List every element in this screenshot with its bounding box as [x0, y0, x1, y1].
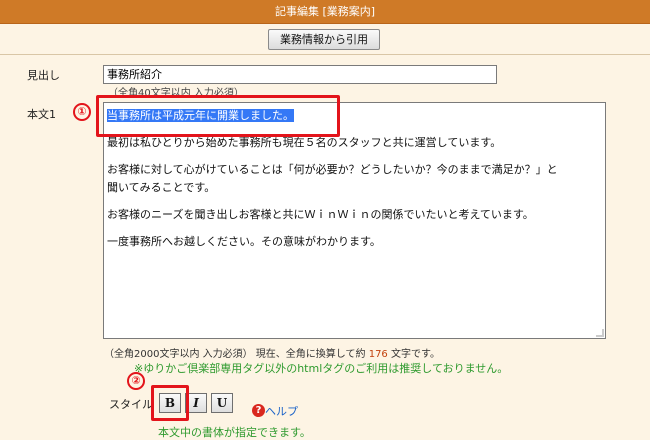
annotation-marker-1: ① — [73, 103, 91, 121]
style-label: スタイル — [109, 398, 153, 411]
cite-business-info-button[interactable]: 業務情報から引用 — [268, 29, 380, 50]
body-line: 一度事務所へお越しください。その意味がわかります。 — [107, 235, 381, 248]
body1-label: 本文1 — [27, 108, 56, 121]
midashi-hint: （全角40文字以内 入力必須） — [108, 88, 244, 99]
bold-button[interactable]: B — [159, 393, 181, 413]
char-count-value: 176 — [368, 349, 388, 360]
italic-button[interactable]: I — [185, 393, 207, 413]
html-tag-notice: ※ゆりかご倶楽部専用タグ以外のhtmlタグのご利用は推奨しておりません。 — [134, 362, 509, 375]
midashi-input[interactable]: 事務所紹介 — [103, 65, 497, 84]
body-textarea[interactable]: 当事務所は平成元年に開業しました。 最初は私ひとりから始めた事務所も現在５名のス… — [103, 102, 606, 339]
body-line: 聞いてみることです。 — [107, 181, 216, 194]
annotation-marker-2: ② — [127, 372, 145, 390]
char-count-suffix: 文字です。 — [390, 349, 440, 360]
selected-text: 当事務所は平成元年に開業しました。 — [107, 109, 294, 122]
body-line: 最初は私ひとりから始めた事務所も現在５名のスタッフと共に運営しています。 — [107, 136, 502, 149]
resize-handle[interactable] — [596, 329, 604, 337]
char-count-prefix: （全角2000文字以内 入力必須） 現在、全角に換算して約 — [104, 349, 366, 360]
divider — [0, 54, 650, 55]
style-note: 本文中の書体が指定できます。 — [158, 426, 311, 439]
help-link[interactable]: ヘルプ — [265, 403, 298, 419]
window-title: 記事編集 [業務案内] — [0, 0, 650, 24]
char-count: （全角2000文字以内 入力必須） 現在、全角に換算して約 176 文字です。 — [104, 345, 440, 360]
body-line: お客様に対して心がけていることは「何が必要か？どうしたいか？今のままで満足か？」… — [107, 163, 558, 176]
midashi-label: 見出し — [27, 69, 60, 82]
help-icon[interactable]: ? — [252, 404, 265, 417]
underline-button[interactable]: U — [211, 393, 233, 413]
body-line: お客様のニーズを聞き出しお客様と共にＷｉｎＷｉｎの関係でいたいと考えています。 — [107, 208, 534, 221]
